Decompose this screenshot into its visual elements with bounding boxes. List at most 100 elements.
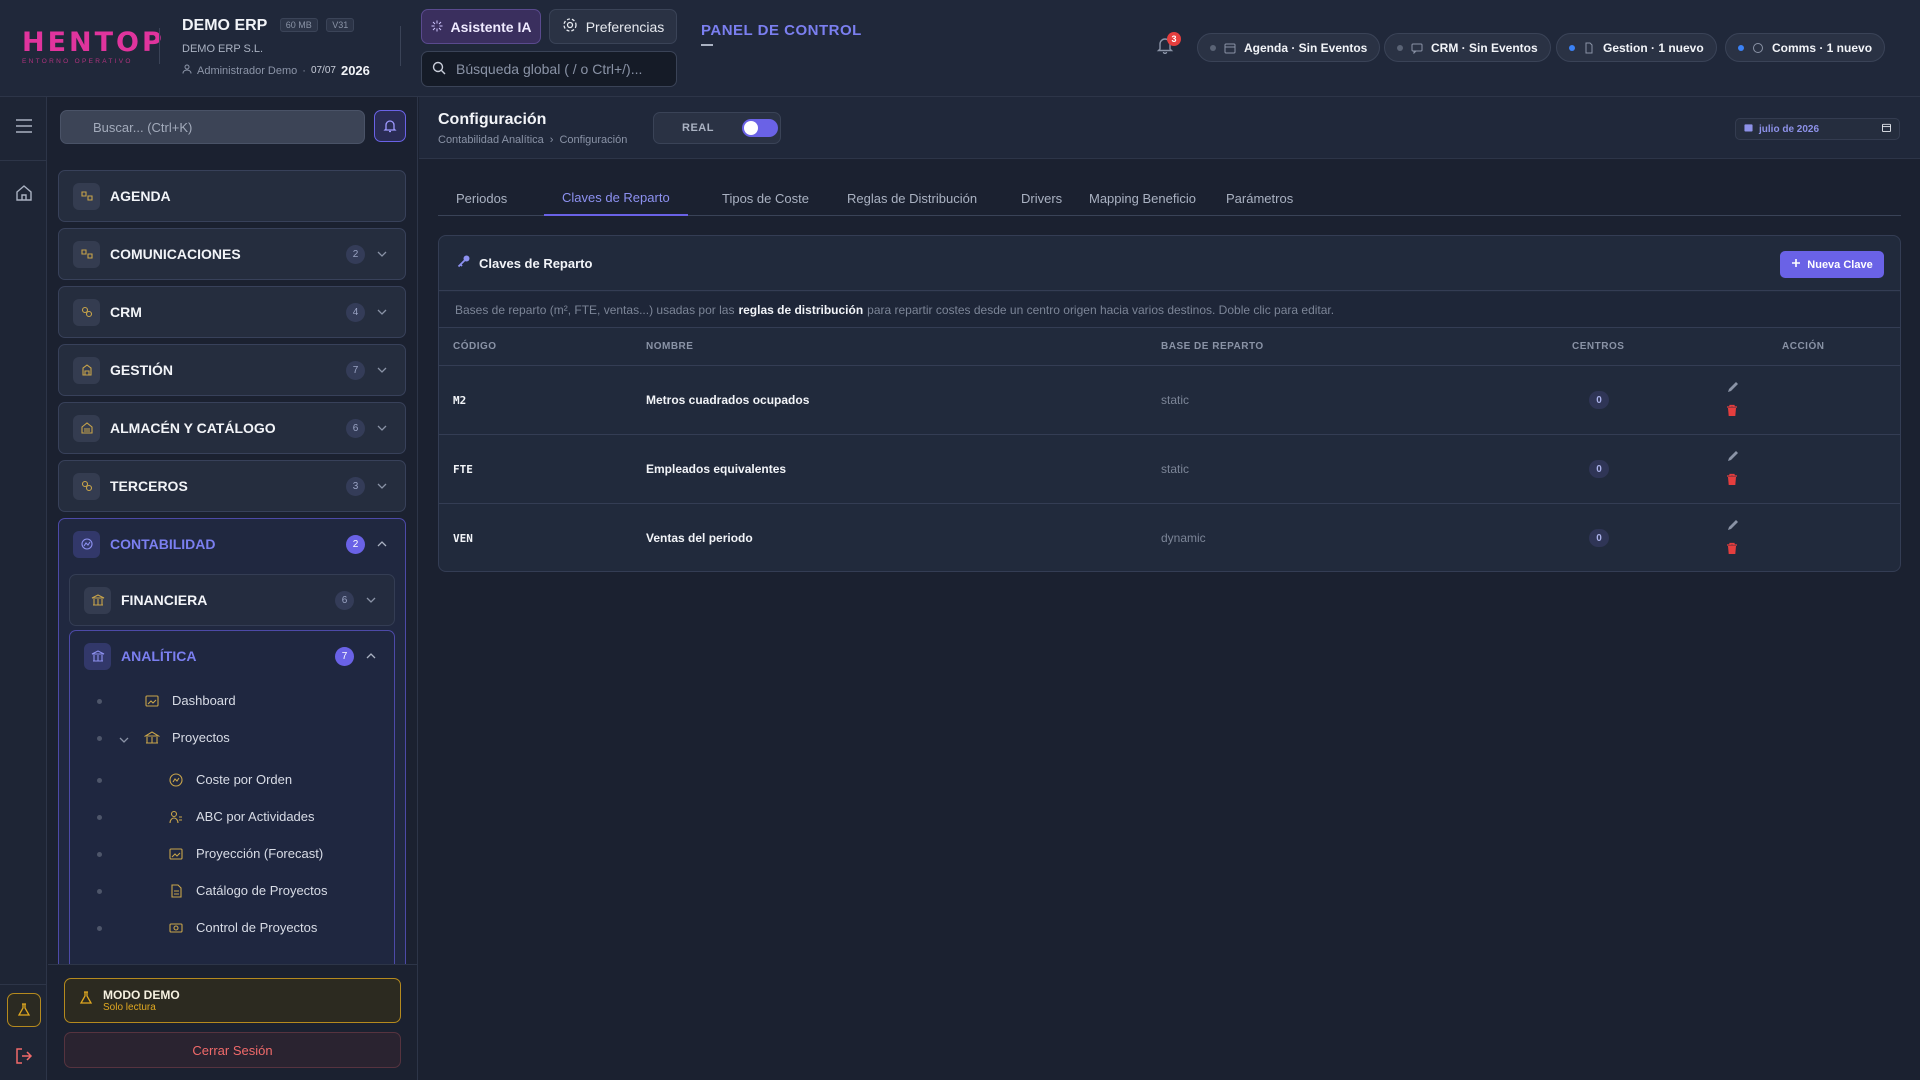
sidebar-search-placeholder: Buscar... (Ctrl+K) <box>93 119 193 135</box>
sidebar: Buscar... (Ctrl+K) AGENDA COMUNICACIONES… <box>48 97 418 1080</box>
sidebar-item-terceros[interactable]: TERCEROS 3 <box>58 460 406 512</box>
cell-name: Empleados equivalentes <box>646 462 787 476</box>
table-row[interactable]: FTE Empleados equivalentes static 0 <box>439 435 1900 504</box>
tab-drivers[interactable]: Drivers <box>1003 180 1080 216</box>
cell-name: Metros cuadrados ocupados <box>646 393 810 407</box>
tab-claves-de-reparto[interactable]: Claves de Reparto <box>544 180 688 216</box>
column-header-centros[interactable]: CENTROS <box>1572 341 1624 352</box>
global-search-input[interactable]: Búsqueda global ( / o Ctrl+/)... <box>421 51 677 87</box>
preferences-label: Preferencias <box>585 18 665 35</box>
column-header-accion: ACCIÓN <box>1782 341 1825 352</box>
sidebar-leaf-label: ABC por Actividades <box>196 809 315 824</box>
abc-icon <box>168 809 184 825</box>
toggle-knob <box>743 121 758 135</box>
user-line: Administrador Demo · 07/07 2026 <box>182 63 370 78</box>
sidebar-leaf-proyectos[interactable]: Proyectos <box>70 723 394 753</box>
month-picker[interactable]: julio de 2026 <box>1735 118 1900 140</box>
desc-highlight: reglas de distribución <box>738 302 864 317</box>
sidebar-item-label: ANALÍTICA <box>121 648 197 664</box>
chip-agenda[interactable]: Agenda · Sin Eventos <box>1197 33 1381 62</box>
sidebar-item-gestion[interactable]: GESTIÓN 7 <box>58 344 406 396</box>
sidebar-item-contabilidad[interactable]: CONTABILIDAD 2 <box>59 519 405 569</box>
terceros-icon <box>73 472 100 500</box>
edit-icon[interactable] <box>1726 380 1740 394</box>
trash-icon[interactable] <box>1726 404 1740 418</box>
sidebar-item-analitica[interactable]: ANALÍTICA 7 <box>70 631 394 681</box>
logout-button[interactable]: Cerrar Sesión <box>64 1032 401 1068</box>
desc-text: para repartir costes desde un centro ori… <box>867 302 1335 317</box>
agenda-icon <box>73 182 100 210</box>
column-header-codigo[interactable]: CÓDIGO <box>453 341 497 352</box>
tab-parametros[interactable]: Parámetros <box>1208 180 1311 216</box>
company-legal-name: DEMO ERP S.L. <box>182 43 264 55</box>
sidebar-item-almacen[interactable]: ALMACÉN Y CATÁLOGO 6 <box>58 402 406 454</box>
chip-comms[interactable]: Comms · 1 nuevo <box>1725 33 1886 62</box>
edit-icon[interactable] <box>1726 518 1740 532</box>
breadcrumb-item[interactable]: Contabilidad Analítica <box>438 134 544 146</box>
column-header-nombre[interactable]: NOMBRE <box>646 341 693 352</box>
sidebar-bell-icon[interactable] <box>374 110 406 142</box>
menu-icon[interactable] <box>12 114 36 138</box>
chip-crm-label: CRM · Sin Eventos <box>1431 40 1538 55</box>
panel-title: PANEL DE CONTROL <box>701 22 862 39</box>
bullet <box>97 778 102 783</box>
ai-assistant-button[interactable]: Asistente IA <box>421 9 541 44</box>
edit-icon[interactable] <box>1726 449 1740 463</box>
demo-mode-icon[interactable] <box>7 993 41 1027</box>
home-icon[interactable] <box>12 181 36 205</box>
tab-tipos-de-coste[interactable]: Tipos de Coste <box>704 180 827 216</box>
sidebar-leaf-coste-por-orden[interactable]: Coste por Orden <box>70 765 394 795</box>
bullet <box>97 852 102 857</box>
sidebar-item-financiera[interactable]: FINANCIERA 6 <box>69 574 395 626</box>
sidebar-item-label: ALMACÉN Y CATÁLOGO <box>110 420 276 436</box>
real-mode-toggle[interactable]: REAL <box>653 112 781 144</box>
sidebar-search-input[interactable]: Buscar... (Ctrl+K) <box>60 110 365 144</box>
table-row[interactable]: VEN Ventas del periodo dynamic 0 <box>439 504 1900 571</box>
sidebar-item-agenda[interactable]: AGENDA <box>58 170 406 222</box>
sidebar-item-comunicaciones[interactable]: COMUNICACIONES 2 <box>58 228 406 280</box>
sidebar-leaf-control-proyectos[interactable]: Control de Proyectos <box>70 913 394 943</box>
calendar-icon[interactable] <box>1882 123 1891 135</box>
page-title: Configuración <box>438 111 547 128</box>
current-year[interactable]: 2026 <box>341 63 370 78</box>
proyectos-icon <box>143 730 161 746</box>
header-divider <box>159 28 160 64</box>
sidebar-leaf-dashboard[interactable]: Dashboard <box>70 686 394 716</box>
logout-icon[interactable] <box>12 1044 36 1068</box>
sidebar-leaf-proyeccion[interactable]: Proyección (Forecast) <box>70 839 394 869</box>
sidebar-item-crm[interactable]: CRM 4 <box>58 286 406 338</box>
chip-comms-label: Comms · 1 nuevo <box>1772 40 1873 55</box>
control-icon <box>168 920 184 936</box>
count-badge: 7 <box>335 646 354 666</box>
document-icon <box>1583 42 1595 54</box>
chevron-down-icon <box>375 421 389 435</box>
top-bar: HENTOP ENTORNO OPERATIVO DEMO ERP 60 MB … <box>0 0 1920 97</box>
catalogo-icon <box>168 883 184 899</box>
chip-crm[interactable]: CRM · Sin Eventos <box>1384 33 1551 62</box>
trash-icon[interactable] <box>1726 542 1740 556</box>
chip-gestion[interactable]: Gestion · 1 nuevo <box>1556 33 1717 62</box>
chevron-down-icon[interactable] <box>119 731 133 745</box>
tab-mapping-beneficio[interactable]: Mapping Beneficio <box>1071 180 1214 216</box>
status-dot <box>1397 44 1403 51</box>
tab-reglas-distribucion[interactable]: Reglas de Distribución <box>829 180 995 216</box>
sidebar-leaf-abc-actividades[interactable]: ABC por Actividades <box>70 802 394 832</box>
trash-icon[interactable] <box>1726 473 1740 487</box>
new-key-button[interactable]: Nueva Clave <box>1780 251 1884 278</box>
toggle-switch[interactable] <box>741 119 778 137</box>
count-badge: 6 <box>335 590 354 610</box>
card-title: Claves de Reparto <box>479 255 593 271</box>
cell-base: static <box>1161 462 1190 476</box>
claves-card: Claves de Reparto Nueva Clave Bases de r… <box>438 235 1901 572</box>
app-logo[interactable]: HENTOP ENTORNO OPERATIVO <box>22 29 162 65</box>
sidebar-leaf-catalogo-proyectos[interactable]: Catálogo de Proyectos <box>70 876 394 906</box>
mode-label: REAL <box>682 122 714 134</box>
bullet <box>97 889 102 894</box>
chip-gestion-label: Gestion · 1 nuevo <box>1603 40 1704 55</box>
column-header-base[interactable]: BASE DE REPARTO <box>1161 341 1264 352</box>
preferences-button[interactable]: Preferencias <box>549 9 677 44</box>
table-row[interactable]: M2 Metros cuadrados ocupados static 0 <box>439 366 1900 435</box>
bullet <box>97 736 102 741</box>
cell-base: dynamic <box>1161 531 1206 545</box>
tab-periodos[interactable]: Periodos <box>438 180 525 216</box>
